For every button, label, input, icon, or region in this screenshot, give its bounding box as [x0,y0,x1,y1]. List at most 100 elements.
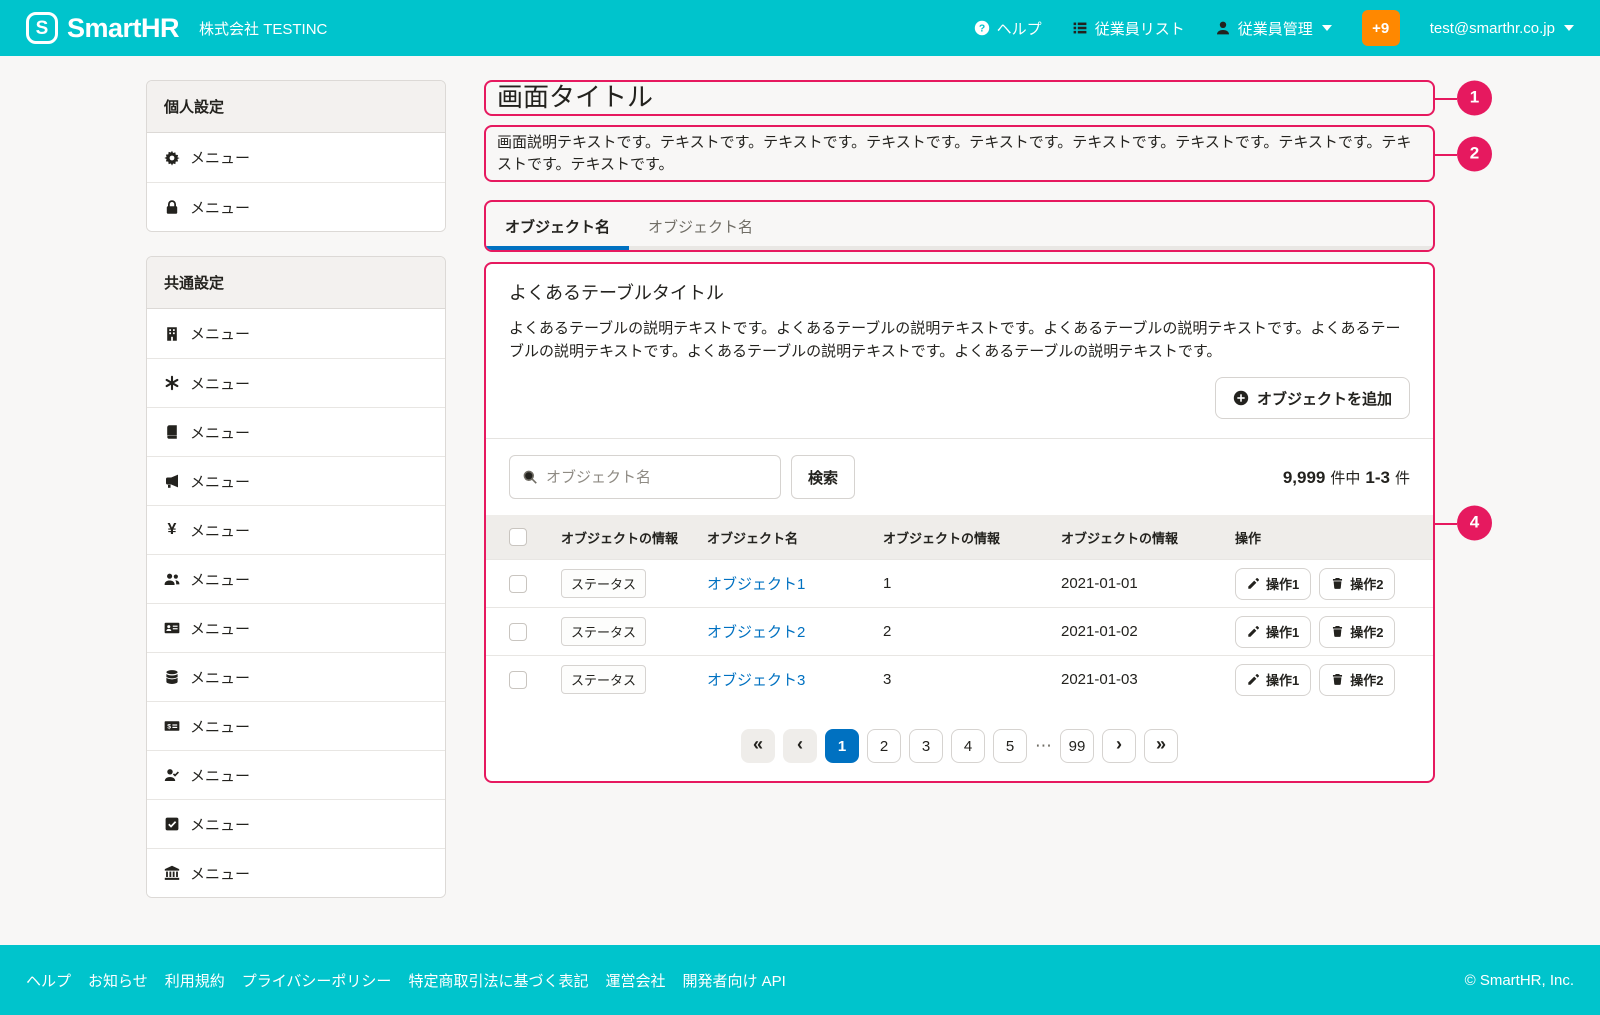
pencil-icon [1247,673,1260,686]
footer-link-help[interactable]: ヘルプ [26,970,71,991]
footer-link-commerce-law[interactable]: 特定商取引法に基づく表記 [408,970,588,991]
pagination-page-99[interactable]: 99 [1060,729,1094,763]
pagination: « ‹ 1 2 3 4 5 ⋯ 99 › » [486,703,1433,781]
pagination-page-1[interactable]: 1 [825,729,859,763]
pencil-icon [1247,577,1260,590]
asterisk-icon [164,375,180,391]
row-checkbox[interactable] [509,671,527,689]
column-header: オブジェクト名 [707,528,883,547]
pagination-page-3[interactable]: 3 [909,729,943,763]
row-checkbox[interactable] [509,575,527,593]
pagination-last[interactable]: » [1144,729,1178,763]
sidebar-item-menu[interactable]: ¥ メニュー [147,505,445,554]
search-button[interactable]: 検索 [791,455,855,499]
pagination-page-5[interactable]: 5 [993,729,1027,763]
lock-icon [164,199,180,215]
sidebar-item-menu[interactable]: メニュー [147,358,445,407]
object-date: 2021-01-03 [1061,671,1235,688]
pagination-page-4[interactable]: 4 [951,729,985,763]
footer-link-company[interactable]: 運営会社 [605,970,665,991]
pencil-icon [1247,625,1260,638]
tab-object-2[interactable]: オブジェクト名 [629,202,772,250]
add-object-button[interactable]: オブジェクトを追加 [1215,377,1410,419]
smarthr-logo-icon: S [26,12,58,44]
sidebar-item-menu[interactable]: メニュー [147,182,445,231]
object-date: 2021-01-01 [1061,575,1235,592]
svg-text:?: ? [978,24,984,35]
column-header: オブジェクトの情報 [883,528,1061,547]
sidebar-item-menu[interactable]: メニュー [147,456,445,505]
sidebar-item-menu[interactable]: メニュー [147,750,445,799]
building-icon [164,326,180,342]
app-footer: ヘルプ お知らせ 利用規約 プライバシーポリシー 特定商取引法に基づく表記 運営… [0,945,1600,1015]
pagination-page-2[interactable]: 2 [867,729,901,763]
annotation-marker-2: 2 [1457,136,1492,171]
smarthr-logo[interactable]: S SmartHR [26,12,179,44]
nav-employee-admin[interactable]: 従業員管理 [1215,18,1332,39]
pagination-prev[interactable]: ‹ [783,729,817,763]
brand-name: SmartHR [67,13,179,44]
notification-badge[interactable]: +9 [1362,10,1400,46]
action2-button[interactable]: 操作2 [1319,616,1395,648]
object-info: 1 [883,575,1061,592]
action2-button[interactable]: 操作2 [1319,664,1395,696]
search-input[interactable] [546,469,768,486]
table-row: ステータス オブジェクト3 3 2021-01-03 操作1 操作2 [486,655,1433,703]
row-checkbox[interactable] [509,623,527,641]
search-icon [522,469,538,485]
sidebar-item-menu[interactable]: メニュー [147,652,445,701]
action1-button[interactable]: 操作1 [1235,664,1311,696]
table-row: ステータス オブジェクト2 2 2021-01-02 操作1 操作2 [486,607,1433,655]
pagination-next[interactable]: › [1102,729,1136,763]
sidebar-section-common: 共通設定 メニュー メニュー メニュー メニュー [146,256,446,898]
sidebar-item-menu[interactable]: メニュー [147,799,445,848]
svg-text:$: $ [167,724,171,731]
sidebar-item-menu[interactable]: メニュー [147,133,445,182]
sidebar-item-menu[interactable]: メニュー [147,407,445,456]
caret-down-icon [1564,25,1574,31]
action2-button[interactable]: 操作2 [1319,568,1395,600]
column-header: オブジェクトの情報 [561,528,707,547]
sidebar-item-menu[interactable]: メニュー [147,309,445,358]
sidebar-item-menu[interactable]: メニュー [147,554,445,603]
footer-link-developer-api[interactable]: 開発者向け API [682,970,785,991]
list-icon [1072,20,1088,36]
sidebar-item-menu[interactable]: メニュー [147,848,445,897]
company-name: 株式会社 TESTINC [199,18,327,39]
panel-title: よくあるテーブルタイトル [509,279,1410,305]
footer-link-privacy[interactable]: プライバシーポリシー [242,970,392,991]
table-header-row: オブジェクトの情報 オブジェクト名 オブジェクトの情報 オブジェクトの情報 操作 [486,515,1433,559]
footer-link-terms[interactable]: 利用規約 [165,970,225,991]
user-check-icon [164,767,180,783]
object-link[interactable]: オブジェクト2 [707,621,883,642]
table-panel: 4 よくあるテーブルタイトル よくあるテーブルの説明テキストです。よくあるテーブ… [484,262,1435,783]
page-title-block: 画面タイトル 1 [484,80,1435,116]
users-icon [164,571,180,587]
select-all-checkbox[interactable] [509,528,527,546]
nav-help[interactable]: ? ヘルプ [974,18,1042,39]
action1-button[interactable]: 操作1 [1235,568,1311,600]
status-badge: ステータス [561,617,646,646]
database-icon [164,669,180,685]
status-badge: ステータス [561,665,646,694]
action1-button[interactable]: 操作1 [1235,616,1311,648]
column-header: 操作 [1235,528,1410,547]
sidebar-item-menu[interactable]: $ メニュー [147,701,445,750]
tab-object-1[interactable]: オブジェクト名 [486,202,629,250]
object-link[interactable]: オブジェクト1 [707,573,883,594]
tabs-block: オブジェクト名 オブジェクト名 3 [484,200,1435,252]
sidebar-item-menu[interactable]: メニュー [147,603,445,652]
sidebar-section-personal: 個人設定 メニュー メニュー [146,80,446,232]
footer-link-news[interactable]: お知らせ [88,970,148,991]
pagination-first[interactable]: « [741,729,775,763]
search-field [509,455,781,499]
page: S SmartHR 株式会社 TESTINC ? ヘルプ 従業員リスト 従業員管… [0,0,1600,1015]
nav-employee-list[interactable]: 従業員リスト [1072,18,1185,39]
object-link[interactable]: オブジェクト3 [707,669,883,690]
column-header: オブジェクトの情報 [1061,528,1235,547]
account-menu[interactable]: test@smarthr.co.jp [1430,20,1574,37]
result-count: 9,999件中 1-3件 [1283,467,1410,488]
sidebar-section-title: 個人設定 [147,81,445,133]
user-icon [1215,20,1231,36]
copyright: © SmartHR, Inc. [1465,972,1574,989]
